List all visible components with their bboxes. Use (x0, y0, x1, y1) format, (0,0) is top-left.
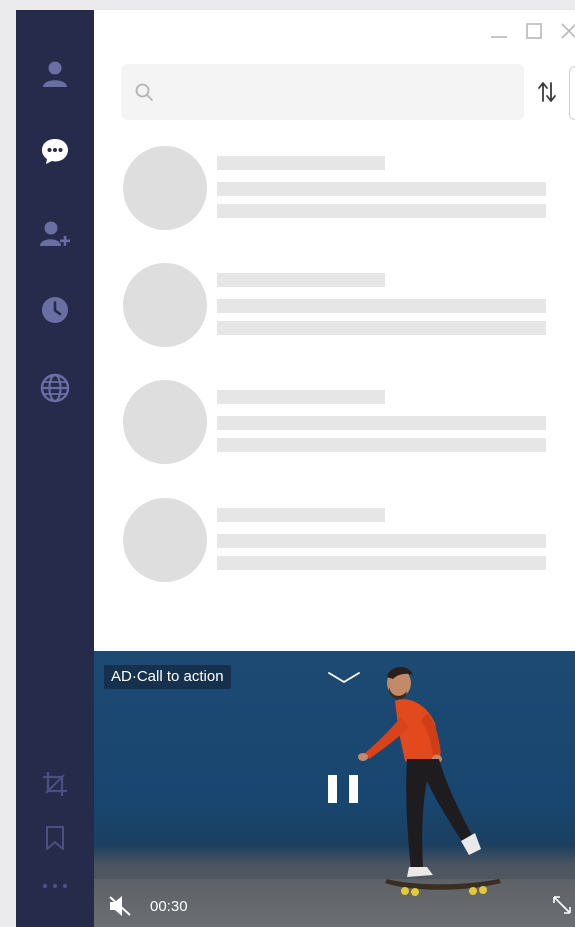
search-bar (121, 64, 524, 120)
title-placeholder (217, 508, 385, 522)
text-placeholder (217, 534, 546, 548)
pause-bar (349, 775, 358, 803)
avatar-placeholder (123, 146, 207, 230)
bookmark-icon (46, 826, 64, 850)
search-icon (135, 83, 153, 101)
text-placeholder (217, 416, 546, 430)
crop-icon (43, 772, 67, 796)
title-placeholder (217, 390, 385, 404)
main-panel: AD·Call to action 00:30 (94, 10, 575, 927)
sidebar-item-add-contact[interactable] (35, 214, 75, 254)
chat-list-item-placeholder (123, 146, 553, 232)
sort-button[interactable] (534, 79, 560, 105)
search-input[interactable] (163, 64, 524, 120)
video-time: 00:30 (150, 898, 188, 915)
avatar-placeholder (123, 380, 207, 464)
chat-list-item-placeholder (123, 498, 553, 584)
sidebar-item-chats[interactable] (35, 131, 75, 171)
speaker-muted-icon (109, 896, 131, 916)
chevron-down-icon (328, 672, 360, 683)
close-icon (561, 23, 575, 39)
title-placeholder (217, 156, 385, 170)
title-placeholder (217, 273, 385, 287)
avatar-placeholder (123, 263, 207, 347)
avatar-placeholder (123, 498, 207, 582)
sidebar-item-more[interactable] (35, 866, 75, 906)
skateboarder-image (358, 666, 501, 896)
sidebar-item-saved[interactable] (35, 818, 75, 858)
pause-bar (328, 775, 337, 803)
chat-list-item-placeholder (123, 263, 553, 349)
chat-list-item-placeholder (123, 380, 553, 466)
sort-arrows-icon (538, 82, 556, 102)
video-ad-player[interactable]: AD·Call to action 00:30 (94, 651, 575, 927)
text-placeholder (217, 182, 546, 196)
more-dots-icon (42, 883, 68, 889)
side-panel-toggle[interactable] (569, 66, 575, 120)
minimize-icon (491, 36, 507, 38)
add-user-icon (40, 221, 70, 246)
sidebar-item-discover[interactable] (35, 368, 75, 408)
maximize-button[interactable] (523, 20, 545, 42)
sidebar-item-contacts[interactable] (35, 54, 75, 94)
fullscreen-button[interactable] (552, 895, 574, 917)
text-placeholder (217, 204, 546, 218)
sidebar-item-recent[interactable] (35, 290, 75, 330)
text-placeholder (217, 556, 546, 570)
mute-button[interactable] (108, 895, 132, 917)
sidebar (16, 10, 94, 927)
text-placeholder (217, 321, 546, 335)
text-placeholder (217, 299, 546, 313)
maximize-icon (526, 23, 542, 39)
ad-label: AD·Call to action (104, 665, 231, 689)
expand-icon (553, 896, 571, 914)
sidebar-item-crop[interactable] (35, 764, 75, 804)
pause-button[interactable] (328, 775, 358, 807)
globe-icon (40, 373, 70, 403)
messenger-window: AD·Call to action 00:30 (16, 10, 575, 927)
close-button[interactable] (558, 20, 575, 42)
collapse-ad-button[interactable] (326, 669, 362, 687)
text-placeholder (217, 438, 546, 452)
clock-icon (42, 297, 68, 323)
chat-bubble-icon (42, 139, 68, 164)
minimize-button[interactable] (488, 20, 510, 42)
user-icon (43, 61, 67, 87)
